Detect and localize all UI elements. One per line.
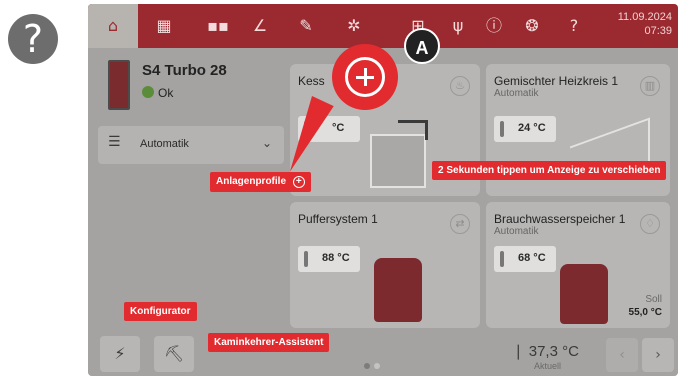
wrench-icon[interactable]: ✎ [294, 14, 318, 38]
soll-label: Soll [645, 294, 662, 305]
tab-home[interactable]: ⌂ [88, 4, 138, 48]
callout-badge: A [404, 28, 440, 64]
page-indicator [364, 356, 384, 374]
flame-icon: ♨ [450, 76, 470, 96]
profile-icon[interactable]: ❂ [520, 14, 544, 38]
callout-konfigurator: Konfigurator [124, 302, 197, 321]
thermometer-icon [500, 121, 504, 137]
thermometer-small-icon: ❘ [512, 343, 525, 360]
gear-icon[interactable]: ✲ [342, 14, 366, 38]
chevron-down-icon: ⌄ [261, 136, 272, 150]
time-text: 07:39 [644, 25, 672, 37]
house-illustration [570, 117, 650, 197]
heizkreis-temp-box: 24 °C [494, 116, 556, 142]
callout-anlagenprofile: Anlagenprofile + [210, 172, 311, 192]
heizkreis-temp: 24 °C [518, 122, 546, 134]
buffer-tank-illustration [374, 258, 422, 322]
card-heizkreis-title: Gemischter Heizkreis 1 [494, 74, 619, 88]
thermometer-icon [304, 251, 308, 267]
puffer-temp: 88 °C [322, 252, 350, 264]
brauchwasser-temp-box: 68 °C [494, 246, 556, 272]
status-ok-icon [142, 86, 154, 98]
info-icon[interactable]: ⓘ [482, 14, 506, 38]
actual-temp-value: 37,3 °C [528, 343, 579, 360]
chart-icon[interactable]: ∠ [248, 14, 272, 38]
water-icon: ♢ [640, 214, 660, 234]
actual-temp: ❘ 37,3 °C [512, 342, 579, 360]
date-text: 11.09.2024 [617, 11, 672, 23]
mode-select[interactable]: ☰ Automatik ⌄ [98, 126, 284, 164]
device-name: S4 Turbo 28 [142, 62, 227, 79]
soll-value: 55,0 °C [628, 307, 662, 318]
swap-icon: ⇄ [450, 214, 470, 234]
device-status: Ok [158, 86, 174, 100]
brauchwasser-temp: 68 °C [518, 252, 546, 264]
datetime: 11.09.2024 07:39 [618, 10, 672, 38]
prev-page-button[interactable]: ‹ [606, 338, 638, 372]
card-puffer[interactable]: Puffersystem 1 ⇄ 88 °C [290, 202, 480, 328]
add-profile-highlight [332, 44, 398, 110]
mode-label: Automatik [140, 138, 189, 150]
boiler-icon [108, 60, 130, 110]
schedule-icon[interactable]: ▦ [152, 14, 176, 38]
card-brauchwasser-title: Brauchwasserspeicher 1 [494, 212, 626, 226]
home-icon: ⌂ [107, 16, 119, 35]
card-heizkreis-subtitle: Automatik [494, 88, 539, 99]
card-brauchwasser[interactable]: Brauchwasserspeicher 1 Automatik ♢ 68 °C… [486, 202, 670, 328]
help-off-icon[interactable]: ? [562, 14, 586, 38]
mode-icon: ☰ [108, 134, 121, 150]
screen: ? ⌂ ▦ ▪▪ ∠ ✎ ✲ ⊞ ψ ⓘ ❂ ? 11.09.2024 07:3… [0, 0, 682, 378]
puffer-temp-box: 88 °C [298, 246, 360, 272]
help-icon[interactable]: ? [8, 14, 58, 64]
callout-anlagenprofile-text: Anlagenprofile [216, 176, 287, 187]
water-tank-illustration [560, 264, 608, 324]
actual-label: Aktuell [534, 361, 562, 371]
callout-verschieben: 2 Sekunden tippen um Anzeige zu verschie… [432, 161, 667, 180]
boiler-illustration [370, 134, 426, 188]
card-brauchwasser-subtitle: Automatik [494, 226, 539, 237]
chimney-sweep-icon[interactable]: ⛏ [154, 336, 194, 372]
radiator-icon: ▥ [640, 76, 660, 96]
modules-icon[interactable]: ▪▪ [206, 14, 230, 38]
kessel-temp: °C [332, 122, 345, 134]
plus-circle-icon [345, 57, 385, 97]
page-dot-active [364, 363, 370, 369]
card-puffer-title: Puffersystem 1 [298, 212, 378, 226]
usb-icon[interactable]: ψ [446, 14, 470, 38]
plus-small-icon[interactable]: + [292, 176, 305, 188]
pipe-illustration [398, 120, 428, 140]
thermometer-icon [500, 251, 504, 267]
configurator-wand-icon[interactable]: ⚡ [100, 336, 140, 372]
next-page-button[interactable]: › [642, 338, 674, 372]
page-dot [374, 363, 380, 369]
top-navigation-bar: ⌂ ▦ ▪▪ ∠ ✎ ✲ ⊞ ψ ⓘ ❂ ? 11.09.2024 07:39 [88, 4, 678, 48]
card-kessel-title: Kess [298, 74, 325, 88]
callout-kaminkehrer: Kaminkehrer-Assistent [208, 333, 330, 352]
